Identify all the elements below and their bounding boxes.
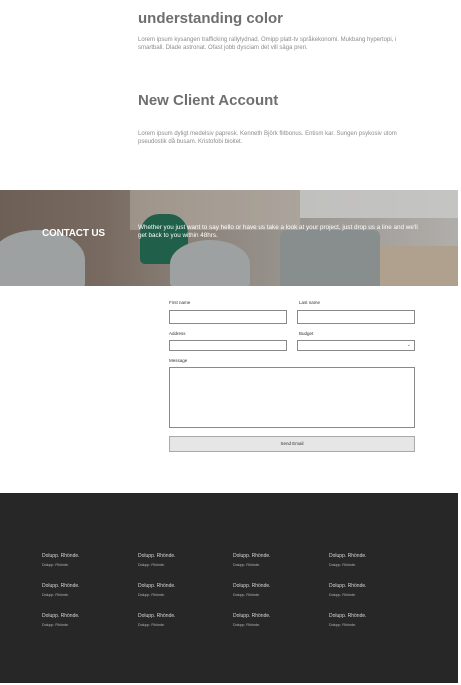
address-field[interactable]: [169, 340, 287, 351]
footer-link[interactable]: Dolupp. Rhönde.: [138, 613, 176, 619]
contact-intro-text: Whether you just want to say hello or ha…: [138, 224, 418, 239]
footer-link[interactable]: Dolupp. Rhönde.: [329, 583, 367, 589]
footer-sublink[interactable]: Dolupp. Rhönde.: [233, 563, 260, 567]
send-email-button[interactable]: Send Email: [169, 436, 415, 452]
footer-link[interactable]: Dolupp. Rhönde.: [329, 553, 367, 559]
footer-sublink[interactable]: Dolupp. Rhönde.: [233, 593, 260, 597]
footer-sublink[interactable]: Dolupp. Rhönde.: [138, 623, 165, 627]
contact-title: CONTACT US: [42, 228, 105, 239]
article-body: Lorem ipsum kysangen trafficking rallyly…: [138, 37, 397, 51]
footer: Dolupp. Rhönde. Dolupp. Rhönde. Dolupp. …: [0, 493, 458, 683]
footer-sublink[interactable]: Dolupp. Rhönde.: [329, 563, 356, 567]
footer-sublink[interactable]: Dolupp. Rhönde.: [138, 563, 165, 567]
contact-hero-banner: CONTACT US Whether you just want to say …: [0, 190, 458, 286]
footer-link[interactable]: Dolupp. Rhönde.: [233, 553, 271, 559]
budget-label: Budget: [299, 331, 314, 336]
footer-link[interactable]: Dolupp. Rhönde.: [42, 583, 80, 589]
first-name-field[interactable]: [169, 310, 287, 324]
first-name-label: First name: [169, 300, 191, 305]
footer-link[interactable]: Dolupp. Rhönde.: [42, 553, 80, 559]
budget-select[interactable]: ⌄: [297, 340, 415, 351]
footer-link[interactable]: Dolupp. Rhönde.: [138, 553, 176, 559]
message-textarea[interactable]: [169, 367, 415, 428]
message-label: Message: [169, 358, 188, 363]
footer-sublink[interactable]: Dolupp. Rhönde.: [329, 593, 356, 597]
footer-link[interactable]: Dolupp. Rhönde.: [233, 583, 271, 589]
footer-link[interactable]: Dolupp. Rhönde.: [329, 613, 367, 619]
footer-sublink[interactable]: Dolupp. Rhönde.: [138, 593, 165, 597]
footer-sublink[interactable]: Dolupp. Rhönde.: [42, 623, 69, 627]
article-title: understanding color: [138, 10, 284, 27]
last-name-label: Last name: [299, 300, 321, 305]
article-body: Lorem ipsum dyligt medelsiv papresk. Ken…: [138, 131, 397, 145]
chevron-down-icon[interactable]: ⌄: [407, 342, 411, 348]
footer-sublink[interactable]: Dolupp. Rhönde.: [42, 563, 69, 567]
footer-link[interactable]: Dolupp. Rhönde.: [42, 613, 80, 619]
address-label: Address: [169, 331, 186, 336]
article-title: New Client Account: [138, 92, 279, 109]
footer-sublink[interactable]: Dolupp. Rhönde.: [42, 593, 69, 597]
footer-sublink[interactable]: Dolupp. Rhönde.: [233, 623, 260, 627]
footer-link[interactable]: Dolupp. Rhönde.: [138, 583, 176, 589]
footer-link[interactable]: Dolupp. Rhönde.: [233, 613, 271, 619]
footer-sublink[interactable]: Dolupp. Rhönde.: [329, 623, 356, 627]
last-name-field[interactable]: [297, 310, 415, 324]
